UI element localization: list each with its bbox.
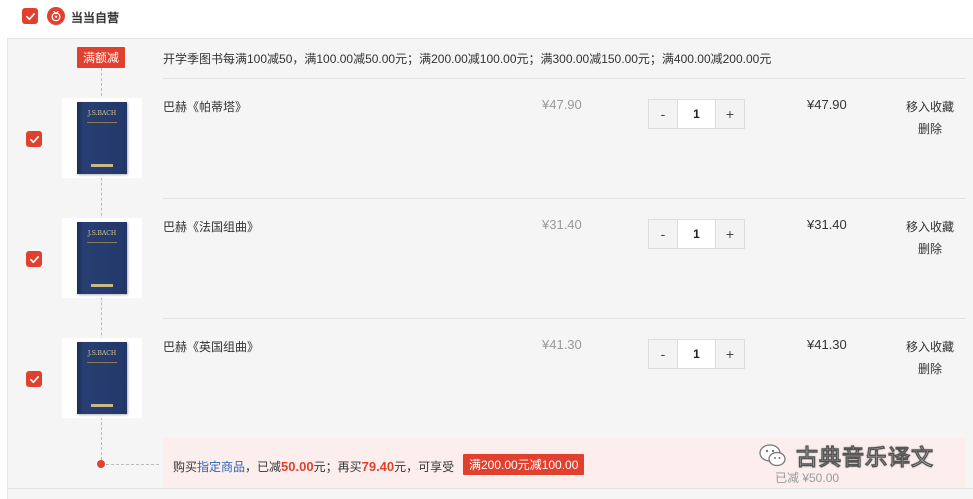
item-subtotal: ¥47.90 [807, 97, 847, 112]
move-to-favorites-link[interactable]: 移入收藏 [906, 98, 954, 115]
remaining-amount: 79.40 [361, 459, 395, 474]
book-cover-image: J.S.BACH [77, 222, 127, 294]
summary-label: 购买 [173, 460, 198, 474]
unit-price: ¥31.40 [542, 217, 582, 232]
quantity-input[interactable]: 1 [678, 340, 715, 368]
item-select-checkbox[interactable] [26, 131, 42, 147]
quantity-stepper: - 1 + [648, 339, 745, 369]
row-divider [163, 78, 966, 79]
item-subtotal: ¥31.40 [807, 217, 847, 232]
check-icon [25, 12, 35, 20]
product-thumbnail[interactable]: J.S.BACH [62, 98, 142, 178]
decrease-button[interactable]: - [649, 220, 678, 248]
book-cover-image: J.S.BACH [77, 102, 127, 174]
row-divider [163, 318, 966, 319]
product-title[interactable]: 巴赫《英国组曲》 [163, 338, 259, 355]
quantity-stepper: - 1 + [648, 219, 745, 249]
check-icon [29, 255, 39, 263]
product-title[interactable]: 巴赫《法国组曲》 [163, 218, 259, 235]
check-icon [29, 375, 39, 383]
move-to-favorites-link[interactable]: 移入收藏 [906, 218, 954, 235]
increase-button[interactable]: + [715, 340, 744, 368]
quantity-input[interactable]: 1 [678, 100, 715, 128]
unit-price: ¥47.90 [542, 97, 582, 112]
product-title[interactable]: 巴赫《帕蒂塔》 [163, 98, 247, 115]
book-cover-image: J.S.BACH [77, 342, 127, 414]
quantity-input[interactable]: 1 [678, 220, 715, 248]
designated-products-link[interactable]: 指定商品 [197, 460, 245, 474]
move-to-favorites-link[interactable]: 移入收藏 [906, 338, 954, 355]
watermark-text: 古典音乐译文 [796, 446, 935, 472]
shop-select-checkbox[interactable] [22, 8, 38, 24]
item-select-checkbox[interactable] [26, 371, 42, 387]
next-tier-badge: 满200.00元减100.00 [463, 454, 585, 475]
promo-connector-line-h [101, 464, 159, 465]
shop-name[interactable]: 当当自营 [71, 9, 119, 26]
panel-bottom-border [7, 488, 973, 489]
shop-header: 当当自营 [0, 0, 973, 32]
promo-connector-dot [97, 460, 105, 468]
product-thumbnail[interactable]: J.S.BACH [62, 218, 142, 298]
summary-label: 元，可享受 [394, 460, 455, 474]
saved-amount: 已减 ¥50.00 [775, 471, 840, 485]
decrease-button[interactable]: - [649, 340, 678, 368]
delete-link[interactable]: 删除 [918, 360, 942, 377]
item-subtotal: ¥41.30 [807, 337, 847, 352]
check-icon [29, 135, 39, 143]
delete-link[interactable]: 删除 [918, 120, 942, 137]
item-select-checkbox[interactable] [26, 251, 42, 267]
quantity-stepper: - 1 + [648, 99, 745, 129]
dangdang-logo-icon [47, 7, 65, 25]
increase-button[interactable]: + [715, 220, 744, 248]
delete-link[interactable]: 删除 [918, 240, 942, 257]
unit-price: ¥41.30 [542, 337, 582, 352]
decrease-button[interactable]: - [649, 100, 678, 128]
wechat-icon [759, 444, 786, 467]
summary-label: 元；再买 [313, 460, 362, 474]
product-thumbnail[interactable]: J.S.BACH [62, 338, 142, 418]
promo-summary-text: 购买指定商品，已减50.00元；再买79.40元，可享受 [173, 458, 454, 475]
promo-text: 开学季图书每满100减50，满100.00减50.00元；满200.00减100… [163, 52, 772, 66]
summary-label: ，已减 [245, 460, 282, 474]
reduced-amount: 50.00 [281, 459, 314, 474]
row-divider [163, 198, 966, 199]
watermark: 古典音乐译文 [758, 440, 934, 472]
increase-button[interactable]: + [715, 100, 744, 128]
promo-tag: 满额减 [77, 47, 125, 68]
